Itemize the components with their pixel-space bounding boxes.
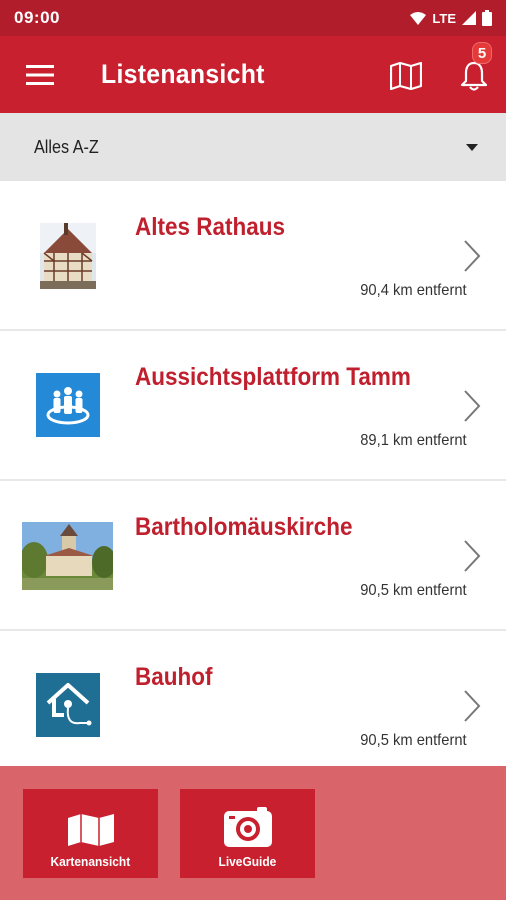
chevron-right-icon [464,240,481,272]
page-title: Listenansicht [101,59,265,89]
menu-icon [26,64,54,85]
viewpoint-icon [36,373,100,437]
status-time: 09:00 [14,8,60,27]
wifi-icon [410,11,427,25]
network-type: LTE [432,10,456,26]
map-view-bottom-button[interactable]: Kartenansicht [23,789,158,878]
item-title: Altes Rathaus [135,213,286,241]
map-view-label: Kartenansicht [50,854,131,869]
list-item[interactable]: Bartholomäuskirche 90,5 km entfernt [0,481,506,631]
notification-badge: 5 [472,42,492,64]
status-icons: LTE [410,10,492,26]
dropdown-caret-icon [466,143,478,151]
sort-filter-dropdown[interactable]: Alles A-Z [0,113,506,181]
battery-icon [482,10,492,26]
chevron-right-icon [464,390,481,422]
list-item[interactable]: Altes Rathaus 90,4 km entfernt [0,181,506,331]
item-title: Bauhof [135,663,213,691]
item-distance: 90,5 km entfernt [360,582,467,599]
altes-rathaus-photo [40,223,96,289]
poi-list: Altes Rathaus 90,4 km entfernt Aussichts… [0,181,506,781]
map-icon [390,62,422,90]
bottom-action-panel: Kartenansicht LiveGuide [0,766,506,900]
app-bar: Listenansicht [0,36,506,113]
filter-selected-value: Alles A-Z [34,136,99,157]
utility-icon [36,673,100,737]
item-title: Aussichtsplattform Tamm [135,363,411,391]
item-distance: 90,5 km entfernt [360,732,467,749]
chevron-right-icon [464,690,481,722]
menu-button[interactable] [0,36,80,113]
map-icon [67,814,114,846]
list-item[interactable]: Aussichtsplattform Tamm 89,1 km entfernt [0,331,506,481]
bell-icon [460,61,488,91]
bartholomaeuskirche-photo [22,522,113,590]
item-distance: 90,4 km entfernt [360,282,467,299]
liveguide-button[interactable]: LiveGuide [180,789,315,878]
item-title: Bartholomäuskirche [135,513,353,541]
chevron-right-icon [464,540,481,572]
liveguide-label: LiveGuide [218,854,277,869]
list-item[interactable]: Bauhof 90,5 km entfernt [0,631,506,781]
status-bar: 09:00 LTE [0,0,506,36]
camera-icon [223,807,272,847]
item-distance: 89,1 km entfernt [360,432,467,449]
signal-icon [462,11,476,25]
map-view-button[interactable] [384,56,428,96]
